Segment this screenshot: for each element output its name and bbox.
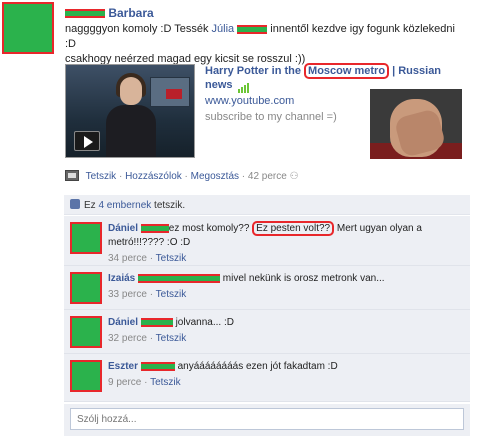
commenter-name[interactable]: Eszter — [108, 361, 138, 372]
comment-body: Dániel ez most komoly?? Ez pesten volt??… — [108, 216, 470, 270]
post-message: naggggyon komoly :D Tessék Júlia innentő… — [65, 22, 465, 67]
commenter-name[interactable]: Dániel — [108, 317, 138, 328]
redacted-surname — [65, 9, 105, 19]
comment-input[interactable] — [70, 408, 464, 430]
comment-meta: 33 perce · Tetszik — [108, 289, 187, 300]
comment-meta: 32 perce · Tetszik — [108, 333, 187, 344]
commenter-avatar[interactable] — [70, 272, 102, 304]
commenter-avatar[interactable] — [70, 316, 102, 348]
comment-like-link[interactable]: Tetszik — [150, 377, 181, 388]
comment-like-link[interactable]: Tetszik — [156, 289, 187, 300]
like-link[interactable]: Tetszik — [86, 171, 117, 182]
video-title-part1[interactable]: Harry Potter in the — [205, 65, 304, 77]
thumbs-up-icon — [70, 199, 80, 209]
share-link[interactable]: Megosztás — [191, 171, 239, 182]
commenter-avatar[interactable] — [70, 222, 102, 254]
comment: Eszter anyáááááááás ezen jót fakadtam :D… — [64, 354, 470, 402]
comment-time[interactable]: 34 perce — [108, 253, 147, 264]
redacted-surname — [138, 273, 221, 283]
separator: · — [116, 171, 126, 182]
post-author-name[interactable]: Barbara — [108, 6, 153, 20]
facepalm-image — [370, 89, 462, 159]
likes-suffix: tetszik. — [151, 200, 186, 211]
commenter-name[interactable]: Dániel — [108, 223, 138, 234]
play-icon[interactable] — [74, 131, 100, 151]
commenter-name[interactable]: Izaiás — [108, 273, 135, 284]
privacy-icon: ⚇ — [289, 171, 299, 182]
hd-bars-icon — [237, 79, 250, 93]
redacted-surname — [140, 317, 173, 327]
post-actions: Tetszik · Hozzászólok · Megosztás · 42 p… — [65, 170, 299, 182]
comment-text: jolvanna... :D — [172, 317, 234, 328]
post-text-part1: naggggyon komoly :D Tessék — [65, 23, 212, 35]
post-author-row: Barbara — [65, 6, 154, 20]
video-thumbnail[interactable] — [65, 64, 195, 158]
comment-list: Dániel ez most komoly?? Ez pesten volt??… — [64, 216, 470, 402]
comment-text: mivel nekünk is orosz metronk van... — [220, 273, 385, 284]
redacted-surname — [140, 223, 169, 233]
separator: · — [239, 171, 248, 182]
comment-meta: 34 perce · Tetszik — [108, 253, 187, 264]
post-author-avatar[interactable] — [2, 2, 54, 54]
commenter-avatar[interactable] — [70, 360, 102, 392]
comment: Dániel jolvanna... :D 32 perce · Tetszik — [64, 310, 470, 354]
comment-like-link[interactable]: Tetszik — [156, 333, 187, 344]
mention-link[interactable]: Júlia — [212, 23, 235, 35]
comment-link[interactable]: Hozzászólok — [125, 171, 182, 182]
channel-logo — [166, 89, 182, 99]
reply-box — [64, 404, 470, 436]
video-film-icon — [65, 170, 79, 181]
redacted-surname — [237, 24, 268, 34]
comment-time[interactable]: 33 perce — [108, 289, 147, 300]
news-anchor-image — [102, 73, 158, 157]
comment-body: Eszter anyáááááááás ezen jót fakadtam :D… — [108, 354, 470, 394]
comment-time[interactable]: 9 perce — [108, 377, 141, 388]
separator: · — [181, 171, 191, 182]
likes-prefix: Ez — [84, 200, 99, 211]
comment-meta: 9 perce · Tetszik — [108, 377, 181, 388]
comment-text: ez most komoly?? — [168, 223, 253, 234]
redacted-surname — [140, 361, 175, 371]
likers-link[interactable]: 4 embernek — [98, 200, 151, 211]
post-timestamp[interactable]: 42 perce — [248, 171, 287, 182]
highlighted-question: Ez pesten volt?? — [252, 221, 335, 236]
likes-summary: Ez 4 embernek tetszik. — [64, 195, 470, 215]
highlighted-moscow-metro[interactable]: Moscow metro — [304, 63, 390, 79]
comment-like-link[interactable]: Tetszik — [156, 253, 187, 264]
comment-time[interactable]: 32 perce — [108, 333, 147, 344]
comment: Izaiás mivel nekünk is orosz metronk van… — [64, 266, 470, 310]
comment-text: anyáááááááás ezen jót fakadtam :D — [174, 361, 338, 372]
comment-body: Izaiás mivel nekünk is orosz metronk van… — [108, 266, 470, 306]
comment: Dániel ez most komoly?? Ez pesten volt??… — [64, 216, 470, 266]
comment-body: Dániel jolvanna... :D 32 perce · Tetszik — [108, 310, 470, 350]
